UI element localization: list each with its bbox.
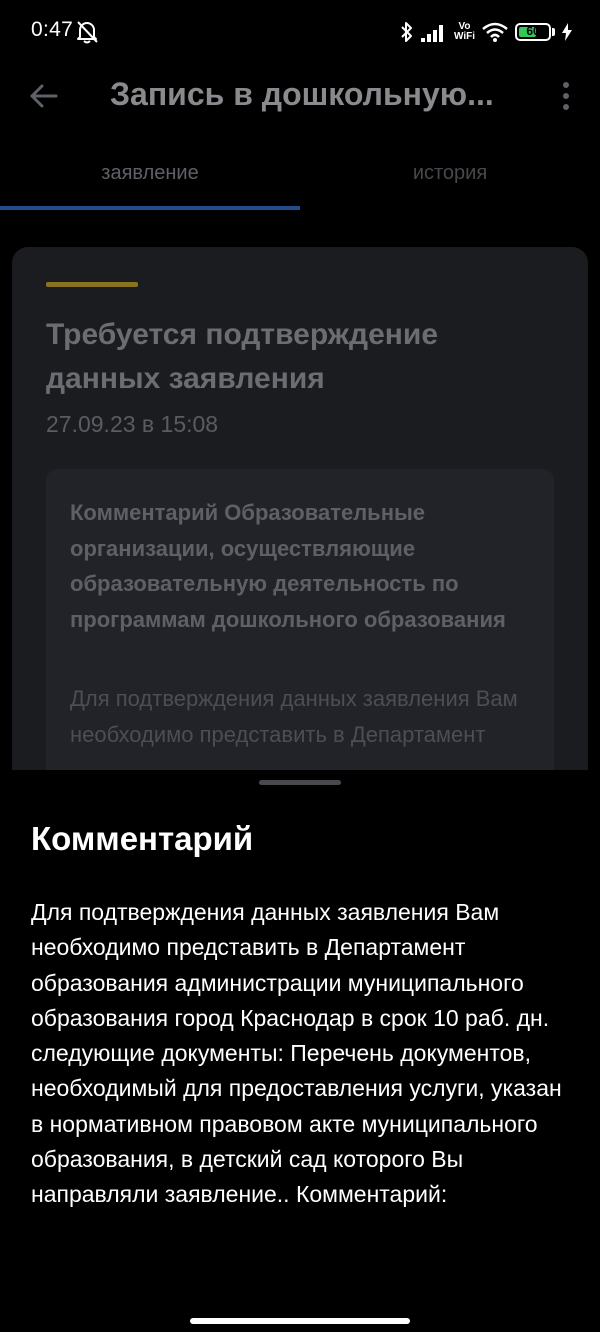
page-title: Запись в дошкольную... [110, 76, 494, 112]
status-card: Требуется подтверждение данных заявления… [12, 247, 588, 807]
tab-bar: заявление история [0, 140, 600, 212]
status-time: 0:47 [31, 18, 74, 41]
more-vert-icon[interactable] [555, 78, 577, 114]
status-date: 27.09.23 в 15:08 [46, 411, 219, 437]
tab-active-indicator [0, 206, 300, 210]
vowifi-bottom: WiFi [453, 31, 475, 42]
sheet-drag-handle[interactable] [259, 780, 341, 785]
tab-statement[interactable]: заявление [0, 162, 300, 185]
comment-preview-box[interactable]: Комментарий Образовательные организации,… [46, 469, 554, 807]
comment-heading: Комментарий Образовательные организации,… [70, 500, 506, 632]
status-accent-bar [46, 282, 138, 287]
back-arrow-icon[interactable] [26, 78, 62, 114]
status-bar: 0:47 Vo WiFi 60 [0, 0, 600, 66]
vowifi-indicator: Vo WiFi [454, 22, 475, 42]
charging-icon [562, 23, 572, 41]
status-icons: Vo WiFi 60 [400, 18, 572, 46]
battery-level: 60 [526, 24, 540, 38]
sheet-comment-text: Для подтверждения данных заявления Вам н… [31, 899, 562, 1208]
signal-icon [420, 25, 443, 42]
comment-preview-text: Для подтверждения данных заявления Вам н… [70, 686, 518, 747]
tab-history[interactable]: история [300, 162, 600, 185]
status-title: Требуется подтверждение данных заявления [46, 318, 439, 395]
home-indicator[interactable] [190, 1318, 410, 1324]
wifi-icon [482, 22, 508, 42]
battery-icon: 60 [515, 23, 551, 41]
battery-cap [552, 28, 555, 36]
bluetooth-icon [401, 22, 412, 42]
comment-bottom-sheet: Комментарий Для подтверждения данных зая… [0, 770, 600, 1332]
bell-off-icon [77, 21, 98, 44]
app-bar: Запись в дошкольную... [0, 66, 600, 128]
sheet-title: Комментарий [31, 820, 254, 857]
screen: 0:47 Vo WiFi 60 Запись в дошкольную... з… [0, 0, 600, 1332]
